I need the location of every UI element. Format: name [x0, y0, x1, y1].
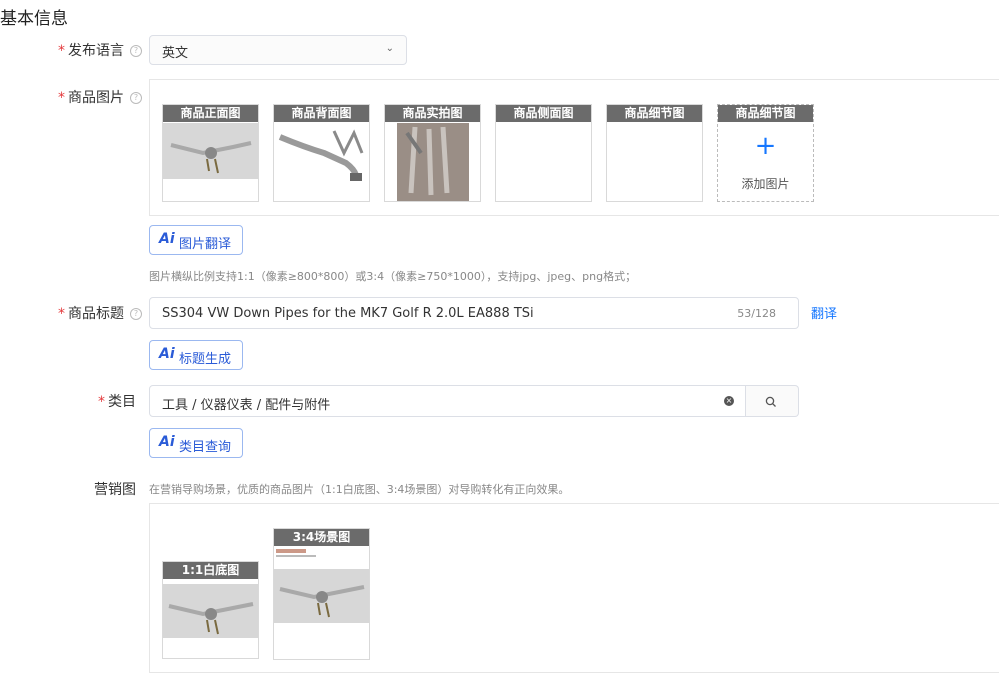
char-counter: 53/128 — [737, 307, 776, 320]
clear-icon[interactable]: × — [724, 396, 734, 406]
button-label: 图片翻译 — [179, 237, 232, 252]
slot-caption: 商品正面图 — [163, 105, 258, 122]
translate-link[interactable]: 翻译 — [811, 303, 837, 322]
product-images-panel: 商品正面图 商品背面图 商品实拍图 商品侧面图 商品细节图 商品细节图 + 添加… — [149, 79, 999, 216]
product-photo — [163, 580, 258, 658]
required-mark: * — [58, 306, 65, 322]
image-slot-detail[interactable]: 商品细节图 — [606, 104, 703, 202]
section-title: 基本信息 — [0, 9, 68, 29]
image-slot-side[interactable]: 商品侧面图 — [495, 104, 592, 202]
marketing-slot-scene[interactable]: 3:4场景图 — [273, 528, 370, 660]
image-translate-button[interactable]: Ai 图片翻译 — [149, 225, 243, 255]
select-value: 英文 — [162, 46, 189, 61]
required-mark: * — [58, 90, 65, 106]
product-photo — [274, 123, 369, 201]
button-label: 标题生成 — [179, 352, 232, 367]
publish-language-label: * 发布语言? — [58, 40, 142, 60]
ai-icon: Ai — [159, 231, 175, 247]
label-text: 发布语言 — [68, 43, 124, 59]
slot-caption: 商品侧面图 — [496, 105, 591, 122]
label-text: 商品图片 — [68, 90, 124, 106]
category-query-button[interactable]: Ai 类目查询 — [149, 428, 243, 458]
title-generate-button[interactable]: Ai 标题生成 — [149, 340, 243, 370]
ai-icon: Ai — [159, 346, 175, 362]
category-input[interactable]: 工具 / 仪器仪表 / 配件与附件 × — [149, 385, 746, 417]
category-label: * 类目 — [98, 391, 136, 411]
slot-caption: 商品背面图 — [274, 105, 369, 122]
image-slot-real[interactable]: 商品实拍图 — [384, 104, 481, 202]
product-images-label: * 商品图片? — [58, 87, 142, 107]
plus-icon: + — [754, 131, 777, 161]
image-format-hint: 图片横纵比例支持1:1（像素≥800*800）或3:4（像素≥750*1000）… — [149, 270, 637, 283]
slot-caption: 1:1白底图 — [163, 562, 258, 579]
marketing-panel: 1:1白底图 3:4场景图 — [149, 503, 999, 673]
chevron-down-icon: ⌄ — [385, 43, 394, 54]
required-mark: * — [58, 43, 65, 59]
slot-caption: 商品实拍图 — [385, 105, 480, 122]
image-slot-back[interactable]: 商品背面图 — [273, 104, 370, 202]
help-icon[interactable]: ? — [130, 308, 142, 320]
slot-caption: 商品细节图 — [718, 105, 813, 122]
help-icon[interactable]: ? — [130, 45, 142, 57]
slot-caption: 3:4场景图 — [274, 529, 369, 546]
input-value: 工具 / 仪器仪表 / 配件与附件 — [162, 398, 331, 413]
label-text: 商品标题 — [68, 306, 124, 322]
help-icon[interactable]: ? — [130, 92, 142, 104]
marketing-hint: 在营销导购场景，优质的商品图片（1:1白底图、3:4场景图）对导购转化有正向效果… — [149, 483, 570, 496]
label-text: 类目 — [108, 394, 136, 410]
search-icon — [765, 396, 776, 407]
button-label: 类目查询 — [179, 440, 232, 455]
product-title-input[interactable]: SS304 VW Down Pipes for the MK7 Golf R 2… — [149, 297, 799, 329]
required-mark: * — [98, 394, 105, 410]
add-image-label: 添加图片 — [741, 177, 790, 191]
slot-caption: 商品细节图 — [607, 105, 702, 122]
input-value: SS304 VW Down Pipes for the MK7 Golf R 2… — [162, 306, 534, 321]
marketing-label: 营销图 — [94, 482, 136, 498]
product-photo — [385, 123, 480, 201]
product-photo — [163, 123, 258, 201]
ai-icon: Ai — [159, 434, 175, 450]
publish-language-select[interactable]: 英文 ⌄ — [149, 35, 407, 65]
product-photo — [274, 547, 369, 659]
marketing-slot-white[interactable]: 1:1白底图 — [162, 561, 259, 659]
add-image-slot[interactable]: 商品细节图 + 添加图片 — [717, 104, 814, 202]
product-title-label: * 商品标题? — [58, 303, 142, 323]
image-slot-front[interactable]: 商品正面图 — [162, 104, 259, 202]
category-search-button[interactable] — [746, 385, 799, 417]
